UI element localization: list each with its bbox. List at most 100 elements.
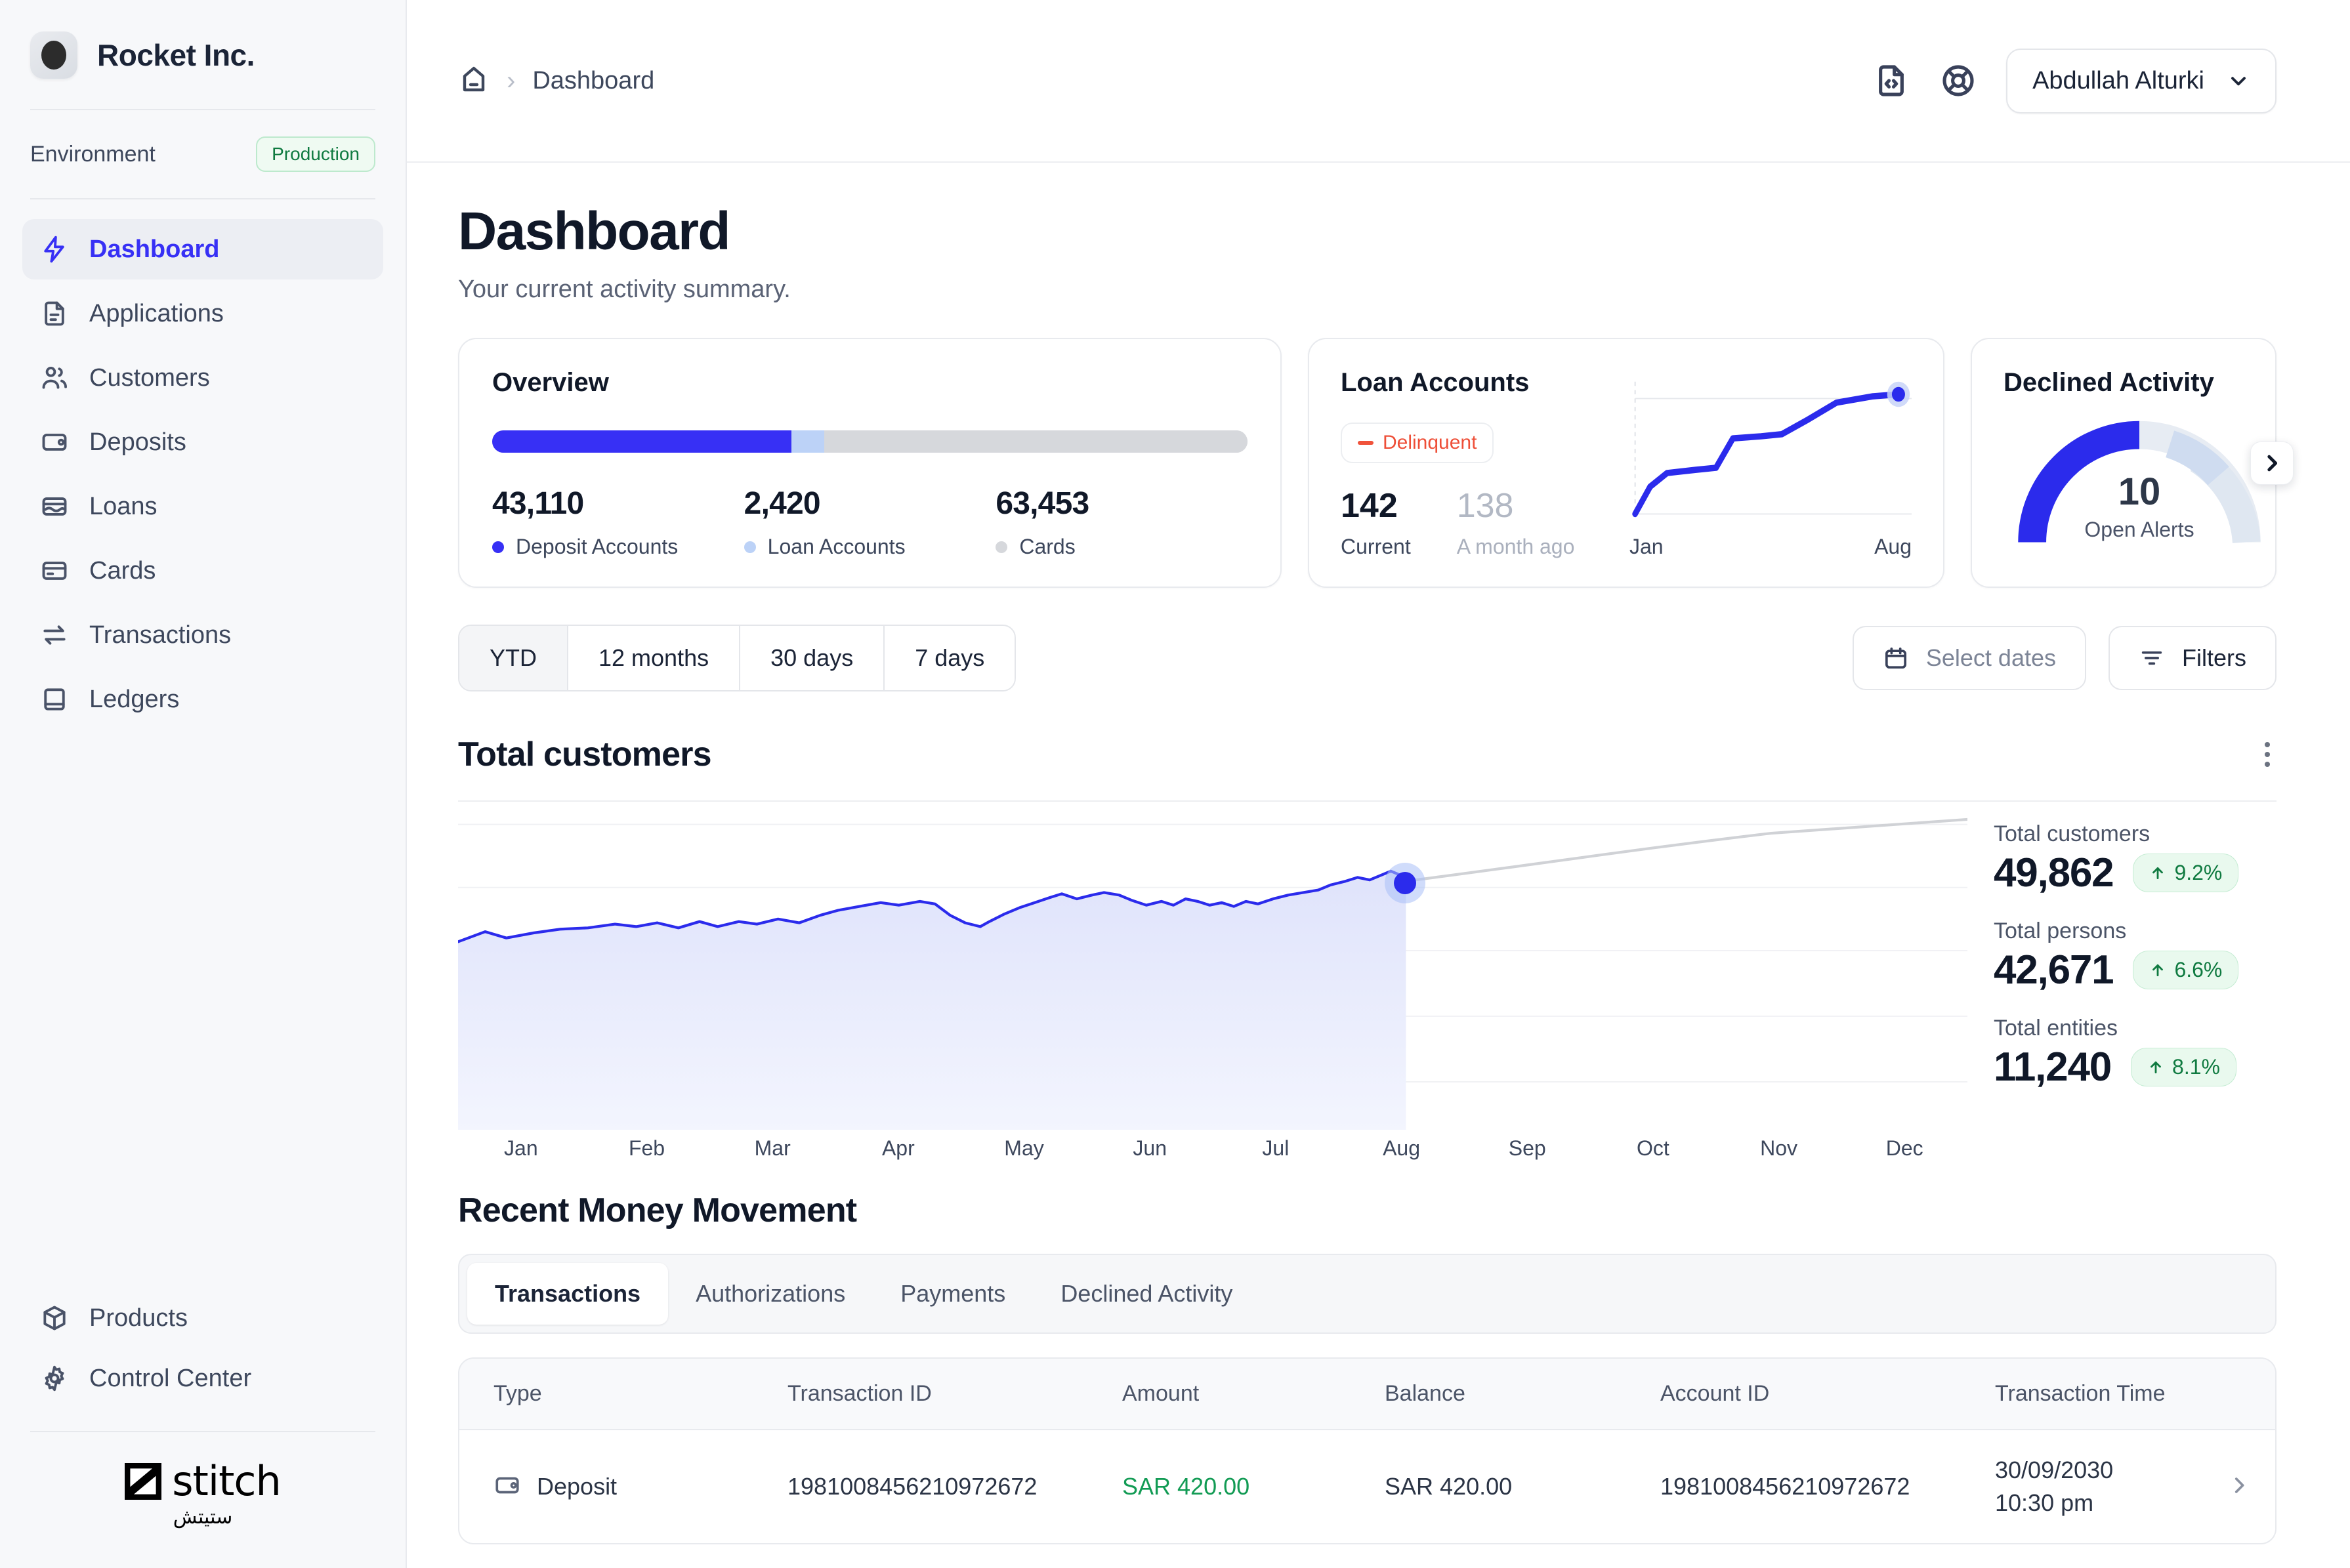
kebab-menu-icon[interactable] bbox=[2258, 735, 2277, 774]
range-12months-button[interactable]: 12 months bbox=[568, 626, 741, 690]
loan-accounts-card: Loan Accounts Delinquent 142 Current 138… bbox=[1308, 338, 1944, 588]
credit-card-icon bbox=[39, 556, 70, 586]
overview-stats: 43,110 Deposit Accounts 2,420 Loan Accou… bbox=[492, 485, 1248, 559]
footer-logo-arabic: ستيتش bbox=[173, 1506, 233, 1529]
page-content: Dashboard Your current activity summary.… bbox=[407, 163, 2350, 1568]
loan-axis-end: Aug bbox=[1874, 535, 1912, 558]
cell-transaction-date: 30/09/2030 bbox=[1995, 1456, 2114, 1483]
page-subtitle: Your current activity summary. bbox=[458, 276, 791, 303]
footer-logo: stitch ستيتش bbox=[0, 1432, 406, 1568]
gear-icon bbox=[39, 1363, 70, 1393]
sidebar-item-label: Products bbox=[89, 1304, 188, 1332]
page-title: Dashboard bbox=[458, 201, 731, 261]
stat-value: 42,671 bbox=[1994, 947, 2114, 993]
x-tick: Apr bbox=[881, 1136, 915, 1160]
stitch-mark-icon bbox=[125, 1463, 162, 1500]
sidebar-item-applications[interactable]: Applications bbox=[22, 283, 383, 344]
tab-declined-activity[interactable]: Declined Activity bbox=[1033, 1263, 1260, 1325]
stat-delta-value: 6.6% bbox=[2174, 958, 2223, 981]
stat-label: Total entities bbox=[1994, 1016, 2118, 1041]
sidebar-item-products[interactable]: Products bbox=[22, 1288, 383, 1348]
home-icon[interactable] bbox=[458, 64, 490, 98]
tab-authorizations[interactable]: Authorizations bbox=[668, 1263, 873, 1325]
sidebar-item-label: Cards bbox=[89, 556, 156, 585]
sidebar-item-loans[interactable]: Loans bbox=[22, 476, 383, 537]
chart-section-header: Total customers bbox=[458, 735, 2277, 774]
cell-transaction-id: 1981008456210972672 bbox=[787, 1473, 1038, 1500]
wallet-icon bbox=[39, 427, 70, 457]
stat-delta-value: 8.1% bbox=[2172, 1055, 2220, 1079]
sidebar-item-ledgers[interactable]: Ledgers bbox=[22, 669, 383, 730]
user-menu-button[interactable]: Abdullah Alturki bbox=[2006, 48, 2277, 113]
tab-transactions[interactable]: Transactions bbox=[467, 1263, 669, 1325]
lifebuoy-icon[interactable] bbox=[1939, 62, 1977, 100]
sidebar-item-label: Loans bbox=[89, 492, 157, 520]
loan-previous-value: 138 bbox=[1456, 487, 1514, 525]
users-icon bbox=[39, 363, 70, 393]
transactions-table: Type Transaction ID Amount Balance Accou… bbox=[458, 1357, 2277, 1544]
range-30days-button[interactable]: 30 days bbox=[740, 626, 885, 690]
footer-logo-word: stitch bbox=[172, 1457, 282, 1505]
overview-card: Overview 43,110 Deposit Accounts 2,420 L… bbox=[458, 338, 1282, 588]
stat-value: 11,240 bbox=[1994, 1044, 2112, 1090]
environment-row: Environment Production bbox=[0, 110, 406, 198]
sidebar-item-customers[interactable]: Customers bbox=[22, 348, 383, 408]
stat-delta-badge: 8.1% bbox=[2131, 1048, 2236, 1086]
carousel-next-button[interactable] bbox=[2250, 441, 2294, 485]
sidebar-item-label: Ledgers bbox=[89, 685, 180, 713]
money-movement-title: Recent Money Movement bbox=[458, 1191, 857, 1229]
loan-sparkline-chart bbox=[1629, 373, 1912, 531]
cell-transaction-clock: 10:30 pm bbox=[1995, 1489, 2094, 1516]
delinquent-badge[interactable]: Delinquent bbox=[1341, 423, 1494, 463]
loan-previous-label: A month ago bbox=[1456, 535, 1575, 558]
sidebar-item-label: Dashboard bbox=[89, 235, 220, 263]
legend-dot bbox=[744, 541, 756, 553]
environment-label: Environment bbox=[30, 141, 156, 167]
overview-title: Overview bbox=[492, 368, 609, 397]
main-area: › Dashboard Abdullah Alturki Dashboard Y… bbox=[407, 0, 2350, 1568]
filters-label: Filters bbox=[2182, 644, 2246, 671]
sidebar-item-deposits[interactable]: Deposits bbox=[22, 412, 383, 472]
x-tick: Dec bbox=[1885, 1136, 1923, 1160]
sidebar-item-dashboard[interactable]: Dashboard bbox=[22, 219, 383, 279]
select-dates-button[interactable]: Select dates bbox=[1852, 626, 2086, 690]
column-header-amount: Amount bbox=[1122, 1381, 1200, 1406]
money-movement-tabs: Transactions Authorizations Payments Dec… bbox=[458, 1254, 2277, 1334]
x-tick: Feb bbox=[628, 1136, 665, 1160]
row-chevron-right-icon[interactable] bbox=[2228, 1474, 2250, 1500]
filters-toolbar: YTD 12 months 30 days 7 days Select date… bbox=[458, 625, 2277, 691]
chart-title: Total customers bbox=[458, 735, 712, 774]
tab-payments[interactable]: Payments bbox=[873, 1263, 1033, 1325]
delinquent-badge-label: Delinquent bbox=[1383, 432, 1477, 453]
column-header-type: Type bbox=[493, 1381, 542, 1406]
filters-button[interactable]: Filters bbox=[2109, 626, 2277, 690]
stat-block: Total entities 11,240 8.1% bbox=[1994, 1016, 2282, 1090]
environment-badge[interactable]: Production bbox=[256, 136, 375, 172]
table-row[interactable]: Deposit 1981008456210972672 SAR 420.00 S… bbox=[459, 1430, 2275, 1543]
chevron-right-icon bbox=[2267, 455, 2278, 471]
overview-value: 2,420 bbox=[744, 486, 821, 521]
range-ytd-button[interactable]: YTD bbox=[459, 626, 568, 690]
filter-icon bbox=[2141, 651, 2162, 665]
arrow-up-icon bbox=[2151, 1061, 2161, 1073]
cell-account-id: 1981008456210972672 bbox=[1660, 1473, 1910, 1500]
sidebar-item-control-center[interactable]: Control Center bbox=[22, 1348, 383, 1409]
topbar-actions: Abdullah Alturki bbox=[1872, 48, 2277, 113]
code-file-icon[interactable] bbox=[1872, 62, 1910, 100]
declined-activity-gauge: 10 Open Alerts bbox=[2008, 415, 2271, 552]
breadcrumb-current[interactable]: Dashboard bbox=[532, 67, 654, 95]
overview-legend-label: Cards bbox=[1019, 535, 1076, 558]
breadcrumb: › Dashboard bbox=[458, 64, 654, 98]
brand[interactable]: Rocket Inc. bbox=[0, 0, 406, 109]
sidebar-item-cards[interactable]: Cards bbox=[22, 541, 383, 601]
sidebar: Rocket Inc. Environment Production Dashb… bbox=[0, 0, 407, 1568]
column-header-account-id: Account ID bbox=[1660, 1381, 1770, 1406]
range-7days-button[interactable]: 7 days bbox=[885, 626, 1015, 690]
table-header: Type Transaction ID Amount Balance Accou… bbox=[459, 1359, 2275, 1430]
sidebar-item-transactions[interactable]: Transactions bbox=[22, 605, 383, 665]
column-header-transaction-id: Transaction ID bbox=[787, 1381, 932, 1406]
transfer-icon bbox=[39, 620, 70, 650]
declined-activity-value: 10 bbox=[2118, 470, 2161, 513]
declined-activity-title: Declined Activity bbox=[2004, 368, 2214, 397]
stat-label: Total persons bbox=[1994, 918, 2127, 943]
